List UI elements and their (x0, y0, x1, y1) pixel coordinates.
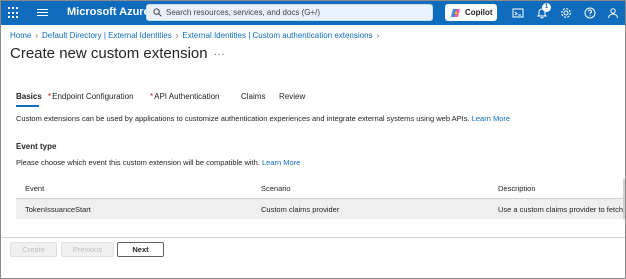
tab-api-authentication[interactable]: *API Authentication (150, 92, 220, 101)
breadcrumb: Home › Default Directory | External Iden… (10, 31, 383, 40)
chevron-right-icon: › (35, 31, 39, 40)
search-input[interactable] (166, 8, 426, 17)
page-title: Create new custom extension (10, 45, 208, 62)
tab-label: API Authentication (154, 92, 220, 101)
previous-button[interactable]: Previous (61, 242, 114, 257)
breadcrumb-extensions[interactable]: External Identities | Custom authenticat… (182, 31, 372, 40)
breadcrumb-directory[interactable]: Default Directory | External Identities (42, 31, 172, 40)
more-options-icon[interactable]: ... (214, 47, 225, 58)
learn-more-link[interactable]: Learn More (262, 158, 300, 167)
waffle-icon[interactable] (8, 7, 20, 19)
settings-icon[interactable] (560, 7, 572, 19)
column-header-description[interactable]: Description (498, 184, 536, 193)
tab-label: Review (279, 92, 306, 101)
tab-basics[interactable]: Basics (16, 92, 42, 101)
page-description: Custom extensions can be used by applica… (16, 114, 510, 123)
learn-more-link[interactable]: Learn More (472, 114, 510, 123)
brand-title[interactable]: Microsoft Azure (67, 6, 150, 18)
active-tab-indicator (16, 105, 39, 107)
required-mark: * (150, 92, 154, 101)
hint-text: Please choose which event this custom ex… (16, 158, 260, 167)
feedback-icon[interactable] (607, 7, 619, 19)
top-bar: Microsoft Azure Copilot 1 (1, 1, 625, 25)
copilot-button[interactable]: Copilot (445, 4, 497, 21)
chevron-right-icon: › (376, 31, 380, 40)
breadcrumb-home[interactable]: Home (10, 31, 31, 40)
help-icon[interactable] (584, 7, 596, 19)
copilot-icon (451, 8, 460, 17)
tab-claims[interactable]: Claims (241, 92, 265, 101)
footer-divider (2, 237, 625, 238)
chevron-right-icon: › (175, 31, 179, 40)
cell-scenario: Custom claims provider (261, 205, 340, 214)
cell-description: Use a custom claims provider to fetch (498, 205, 624, 214)
tab-label: Endpoint Configuration (52, 92, 134, 101)
search-icon (153, 8, 162, 17)
search-box[interactable] (146, 4, 433, 21)
copilot-label: Copilot (465, 8, 493, 17)
next-button[interactable]: Next (117, 242, 164, 257)
description-text: Custom extensions can be used by applica… (16, 114, 470, 123)
column-header-scenario[interactable]: Scenario (261, 184, 291, 193)
column-header-event[interactable]: Event (25, 184, 44, 193)
event-type-hint: Please choose which event this custom ex… (16, 158, 300, 167)
notification-badge: 1 (542, 3, 551, 12)
tab-endpoint-configuration[interactable]: *Endpoint Configuration (48, 92, 134, 101)
event-table-header: Event Scenario Description (16, 179, 625, 199)
tab-label: Basics (16, 92, 42, 101)
menu-icon[interactable] (37, 9, 48, 17)
event-type-title: Event type (16, 142, 57, 151)
create-button[interactable]: Create (10, 242, 57, 257)
table-row[interactable]: TokenIssuanceStart Custom claims provide… (16, 199, 625, 219)
required-mark: * (48, 92, 52, 101)
terminal-icon[interactable] (512, 7, 524, 19)
app-window: Microsoft Azure Copilot 1 (0, 0, 626, 279)
tab-label: Claims (241, 92, 266, 101)
cell-event: TokenIssuanceStart (25, 205, 91, 214)
tab-review[interactable]: Review (279, 92, 305, 101)
